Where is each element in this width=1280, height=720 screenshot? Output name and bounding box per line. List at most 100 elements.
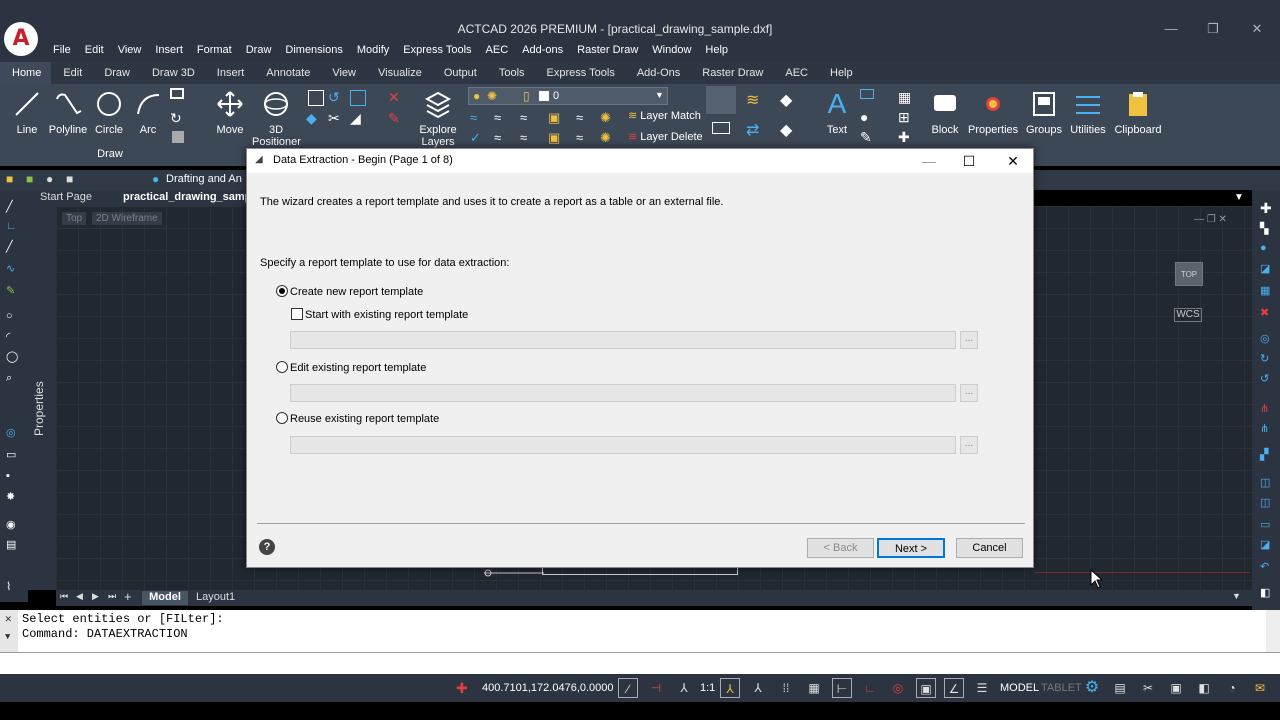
model-space-toggle[interactable]: MODEL [1000, 682, 1039, 694]
join-icon[interactable]: ▭ [1260, 518, 1270, 531]
trim-right-icon[interactable]: ⋔ [1260, 402, 1269, 415]
next-button[interactable]: Next > [877, 538, 945, 558]
circle-button[interactable]: Circle [92, 84, 126, 136]
viewport-controls-icon[interactable]: — ❐ ✕ [1194, 214, 1227, 225]
tab-add-ons[interactable]: Add-Ons [625, 62, 690, 84]
arc-tool-icon[interactable]: ◜ [6, 330, 10, 343]
coordinates-readout[interactable]: 400.7101,172.0476,0.0000 [482, 682, 614, 694]
menu-file[interactable]: File [46, 43, 78, 59]
3d-positioner-button[interactable]: 3D Positioner [252, 84, 301, 148]
reuse-existing-radio[interactable] [276, 412, 288, 424]
layer-walk-icon[interactable]: ⇄ [746, 120, 762, 139]
tab-express-tools[interactable]: Express Tools [535, 62, 625, 84]
workspace-switch-icon[interactable]: ▤ [1110, 678, 1130, 698]
minimize-icon[interactable]: — [1156, 22, 1186, 38]
notification-icon[interactable]: ✉ [1250, 678, 1270, 698]
mirror-right-icon[interactable]: ▞ [1260, 448, 1268, 461]
layer-lock-icon[interactable]: ▣ [548, 110, 564, 126]
fillet-icon[interactable]: ◢ [350, 110, 366, 126]
trim-icon[interactable]: ✂ [328, 110, 344, 126]
tab-drawing[interactable]: practical_drawing_sample [123, 191, 261, 203]
hatch-icon[interactable] [172, 131, 184, 143]
tab-home[interactable]: Home [0, 62, 52, 84]
properties-side-label[interactable]: Properties [32, 381, 46, 436]
menu-insert[interactable]: Insert [148, 43, 190, 59]
layer-dropdown[interactable]: ● ✺ ▯ 0 ▼ [468, 87, 668, 105]
block-tool-icon[interactable]: ▪ [6, 470, 10, 482]
command-menu-chevron-icon[interactable]: ▼ [5, 632, 10, 642]
tab-layout1[interactable]: Layout1 [196, 591, 235, 603]
menu-window[interactable]: Window [645, 43, 698, 59]
back-button[interactable]: < Back [807, 538, 874, 558]
explode-right-icon[interactable]: ◪ [1260, 538, 1270, 551]
arc-button[interactable]: Arc [132, 84, 164, 136]
layer-delete-button[interactable]: ≋ Layer Delete [628, 130, 703, 143]
menu-add-ons[interactable]: Add-ons [515, 43, 570, 59]
tab-list-chevron-icon[interactable]: ▼ [1234, 192, 1244, 203]
field-icon[interactable]: ⊞ [898, 109, 914, 125]
text-button[interactable]: A Text [820, 84, 854, 136]
erase-icon[interactable]: ✕ [388, 89, 404, 105]
reuse-existing-path-field[interactable] [290, 436, 956, 454]
rotate-icon[interactable]: ↻ [170, 110, 186, 126]
start-existing-path-field[interactable] [290, 331, 956, 349]
command-toggle-chevron-icon[interactable]: ▼ [1232, 591, 1241, 601]
spline-tool-icon[interactable]: ∿ [6, 262, 15, 275]
grid-dots-icon[interactable]: ⁞⁞ [776, 678, 796, 698]
snap-icon[interactable]: ▚ [1260, 222, 1268, 235]
ray-tool-icon[interactable]: ╱ [6, 240, 13, 253]
tab-insert[interactable]: Insert [205, 62, 255, 84]
annotation-visibility-icon[interactable]: ⅄ [720, 678, 740, 698]
explode-icon[interactable]: ✎ [388, 110, 404, 126]
grip-icon[interactable]: ● [1260, 242, 1267, 254]
properties-button[interactable]: Properties [968, 84, 1018, 136]
layer-iso-icon[interactable]: ◆ [780, 90, 796, 109]
layer-tool-icon[interactable]: ✓ [470, 130, 486, 146]
new-icon[interactable]: ■ [6, 172, 13, 186]
edit-existing-browse-button[interactable]: ... [960, 384, 978, 402]
lineweight-icon[interactable]: ∟ [860, 678, 880, 698]
menu-help[interactable]: Help [698, 43, 735, 59]
create-new-radio[interactable] [276, 285, 288, 297]
help-icon[interactable]: ? [259, 539, 275, 555]
tab-model[interactable]: Model [142, 591, 188, 605]
next-tab-icon[interactable]: ▶ [92, 591, 99, 602]
groups-button[interactable]: Groups [1024, 84, 1064, 136]
undo-icon[interactable]: ↺ [328, 89, 344, 105]
polyline-button[interactable]: Polyline [46, 84, 90, 136]
dimension-icon[interactable] [860, 89, 874, 99]
tab-view[interactable]: View [320, 62, 366, 84]
layer-lock-icon[interactable]: ▣ [548, 130, 564, 146]
cancel-button[interactable]: Cancel [956, 538, 1023, 558]
undo-right-icon[interactable]: ↶ [1260, 560, 1269, 573]
tab-help[interactable]: Help [818, 62, 863, 84]
table-tool-icon[interactable]: ▤ [6, 538, 16, 551]
start-existing-label[interactable]: Start with existing report template [305, 309, 468, 321]
edit-existing-path-field[interactable] [290, 384, 956, 402]
annotation-scale[interactable]: 1:1 [700, 682, 715, 694]
circle-tool-icon[interactable]: ○ [6, 310, 13, 322]
ellipse-tool-icon[interactable]: ◯ [6, 350, 18, 363]
attribute-icon[interactable]: ✚ [898, 129, 914, 145]
properties-side-panel[interactable]: Properties [28, 206, 56, 590]
close-command-icon[interactable]: ✕ [5, 612, 12, 626]
quick-props-icon[interactable]: ☰ [972, 678, 992, 698]
command-scrollbar[interactable] [1266, 610, 1280, 652]
paint-tool-icon[interactable]: ✸ [6, 490, 15, 503]
snap-mode-icon[interactable]: ∕ [618, 678, 638, 698]
menu-draw[interactable]: Draw [239, 43, 279, 59]
rectangle-icon[interactable] [170, 88, 184, 99]
workspace-label[interactable]: Drafting and An [166, 173, 242, 185]
layout-icon[interactable]: ◧ [1260, 586, 1270, 599]
infer-icon[interactable]: ⊢ [832, 678, 852, 698]
menu-aec[interactable]: AEC [479, 43, 516, 59]
menu-modify[interactable]: Modify [350, 43, 396, 59]
scale-right-icon[interactable]: ↺ [1260, 372, 1269, 385]
zoom-tool-icon[interactable]: ⌕ [6, 372, 12, 385]
layer-tool-icon[interactable]: ≈ [576, 130, 592, 146]
line-tool-icon[interactable]: ╱ [6, 200, 13, 213]
scale-icon[interactable] [350, 90, 366, 106]
tab-draw[interactable]: Draw [92, 62, 140, 84]
mirror-icon[interactable]: ◆ [306, 110, 322, 126]
match-props-icon[interactable] [706, 86, 736, 114]
